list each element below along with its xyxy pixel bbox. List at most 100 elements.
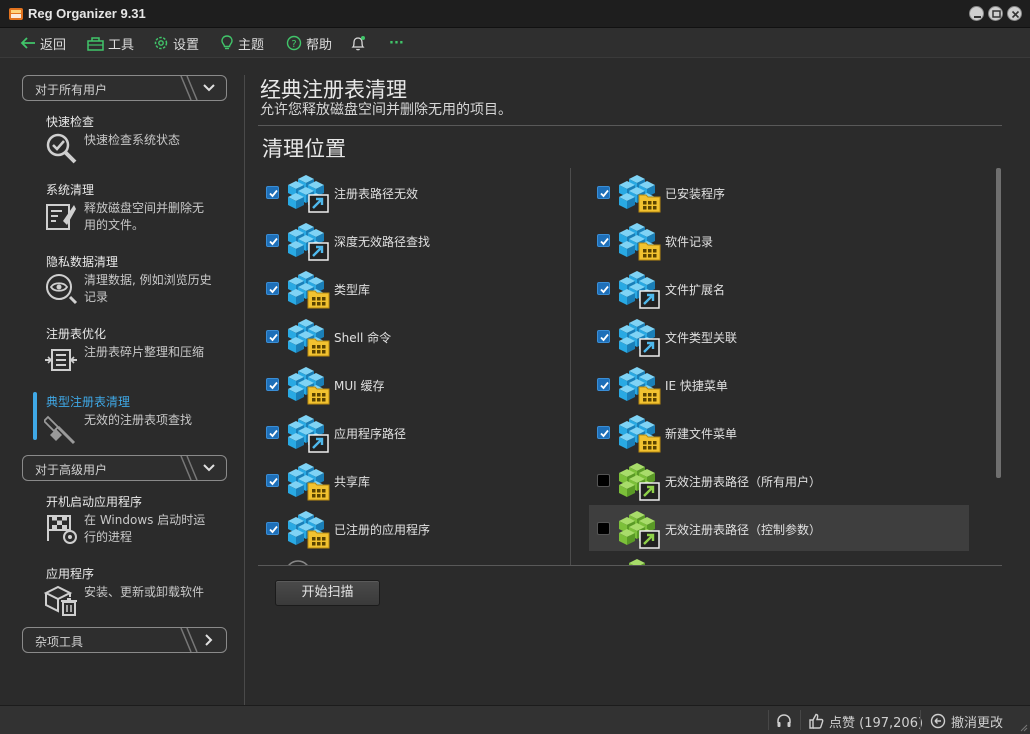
sidebar-item-title: 注册表优化 (46, 327, 107, 341)
sidebar-item-system-cleanup[interactable]: 系统清理 释放磁盘空间并删除无用的文件。 (44, 181, 224, 233)
maximize-button[interactable] (988, 6, 1003, 21)
location-checkbox[interactable] (266, 378, 279, 391)
location-checkbox[interactable] (597, 234, 610, 247)
toolbar: 返回 工具 设置 主题 ? 帮助 ··· (0, 28, 1030, 58)
cleanup-location-item[interactable]: IE 快捷菜单 (589, 361, 969, 407)
status-bar: 点赞 (197,206) 撤消更改 (0, 705, 1030, 734)
location-checkbox[interactable] (266, 234, 279, 247)
sidebar-item-quick-check[interactable]: 快速检查 快速检查系统状态 (44, 113, 224, 164)
location-label: 文件扩展名 (665, 283, 726, 297)
registry-broom-icon (44, 415, 76, 445)
location-checkbox[interactable] (597, 186, 610, 199)
undo-icon (930, 713, 946, 729)
cleanup-location-item[interactable]: 无效注册表路径（控制参数） (589, 505, 969, 551)
cleanup-location-item[interactable]: 共享库 (258, 457, 638, 503)
location-checkbox[interactable] (597, 474, 610, 487)
location-checkbox[interactable] (266, 282, 279, 295)
location-checkbox[interactable] (597, 522, 610, 535)
cleanup-location-item[interactable]: 应用程序路径 (258, 409, 638, 455)
sidebar-item-desc: 清理数据, 例如浏览历史记录 (84, 273, 212, 304)
sidebar-item-desc: 安装、更新或卸载软件 (84, 585, 205, 599)
blue-registry-cubes-shortcut-icon (288, 223, 329, 261)
location-label: 已安装程序 (665, 187, 726, 201)
location-checkbox[interactable] (597, 282, 610, 295)
likes-button[interactable]: 点赞 (197,206) (808, 711, 923, 731)
group-all-users[interactable]: 对于所有用户 (22, 75, 227, 101)
location-checkbox[interactable] (266, 186, 279, 199)
sidebar-item-title: 应用程序 (46, 567, 95, 581)
sidebar-item-title: 快速检查 (46, 115, 95, 129)
cleanup-location-item[interactable]: 文件扩展名 (589, 265, 969, 311)
chevron-right-icon (205, 634, 213, 646)
location-checkbox[interactable] (266, 330, 279, 343)
location-checkbox[interactable] (597, 330, 610, 343)
blue-registry-cubes-shortcut-icon (619, 271, 660, 309)
settings-button[interactable]: 设置 (153, 33, 199, 53)
box-trash-icon (44, 585, 77, 616)
back-button[interactable]: 返回 (20, 33, 66, 53)
minimize-button[interactable] (969, 6, 984, 21)
sidebar-item-desc: 无效的注册表项查找 (84, 413, 193, 427)
sidebar-item-startup-apps[interactable]: 开机启动应用程序 在 Windows 启动时运行的进程 (44, 493, 224, 545)
green-registry-cubes-icon (629, 559, 645, 565)
close-button[interactable] (1007, 6, 1022, 21)
location-checkbox[interactable] (266, 522, 279, 535)
blue-registry-cubes-folder-icon (288, 367, 330, 405)
thumbs-up-icon (809, 713, 824, 729)
title-bar: Reg Organizer 9.31 (0, 0, 1030, 28)
blue-registry-cubes-shortcut-icon (288, 175, 329, 213)
tools-button[interactable]: 工具 (87, 33, 134, 53)
help-button[interactable]: ? 帮助 (286, 33, 332, 53)
location-checkbox[interactable] (597, 426, 610, 439)
help-icon: ? (286, 35, 302, 51)
group-misc-tools[interactable]: 杂项工具 (22, 627, 227, 653)
notifications-button[interactable] (350, 33, 366, 53)
blue-registry-cubes-shortcut-icon (619, 319, 660, 357)
blue-registry-cubes-folder-icon (288, 271, 330, 309)
location-label: 已注册的应用程序 (334, 523, 431, 537)
sidebar-item-registry-optimization[interactable]: 注册表优化 注册表碎片整理和压缩 (44, 325, 224, 375)
sidebar-divider (244, 75, 245, 705)
list-scrollbar-thumb[interactable] (996, 168, 1001, 478)
magnifier-check-icon (46, 133, 77, 164)
cleanup-location-item[interactable]: 已注册的应用程序 (258, 505, 638, 551)
group-advanced-users[interactable]: 对于高级用户 (22, 455, 227, 481)
resize-grip-icon[interactable] (1018, 722, 1028, 732)
cleanup-location-item[interactable]: 软件记录 (589, 217, 969, 263)
startup-flag-icon (47, 515, 77, 544)
cleanup-location-item[interactable]: Shell 命令 (258, 313, 638, 359)
cleanup-location-item[interactable]: MUI 缓存 (258, 361, 638, 407)
start-scan-button[interactable]: 开始扫描 (275, 580, 380, 606)
sidebar-item-privacy-cleanup[interactable]: 隐私数据清理 清理数据, 例如浏览历史记录 (44, 253, 224, 305)
sidebar-item-classic-registry-cleanup[interactable]: 典型注册表清理 无效的注册表项查找 (44, 393, 224, 445)
sidebar-item-title: 典型注册表清理 (46, 395, 131, 409)
theme-button[interactable]: 主题 (220, 33, 264, 53)
location-label: 共享库 (334, 475, 371, 489)
column-divider (570, 168, 571, 565)
cleanup-location-item-partial (589, 553, 969, 565)
support-button[interactable] (776, 711, 792, 731)
window-title: Reg Organizer 9.31 (28, 6, 146, 21)
location-checkbox[interactable] (597, 378, 610, 391)
theme-label: 主题 (238, 37, 265, 53)
location-label: MUI 缓存 (334, 379, 385, 393)
cleanup-location-item[interactable]: 类型库 (258, 265, 638, 311)
sidebar-item-desc: 释放磁盘空间并删除无用的文件。 (84, 201, 205, 232)
chevron-down-icon (203, 464, 215, 472)
cleanup-location-item[interactable]: 新建文件菜单 (589, 409, 969, 455)
more-button[interactable]: ··· (389, 33, 404, 53)
cleanup-location-item[interactable]: 深度无效路径查找 (258, 217, 638, 263)
sidebar-item-title: 开机启动应用程序 (46, 495, 143, 509)
cleanup-location-item[interactable]: 注册表路径无效 (258, 169, 638, 215)
sidebar-item-applications[interactable]: 应用程序 安装、更新或卸载软件 (44, 565, 224, 616)
cleanup-location-item[interactable]: 已安装程序 (589, 169, 969, 215)
cleanup-location-item[interactable]: 无效注册表路径（所有用户） (589, 457, 969, 503)
location-checkbox[interactable] (266, 474, 279, 487)
location-label: 应用程序路径 (334, 427, 407, 441)
cleanup-location-item[interactable]: 文件类型关联 (589, 313, 969, 359)
undo-changes-button[interactable]: 撤消更改 (930, 711, 1003, 731)
sidebar-item-desc: 注册表碎片整理和压缩 (84, 345, 205, 359)
location-checkbox[interactable] (266, 426, 279, 439)
blue-registry-cubes-folder-icon (619, 367, 661, 405)
gear-icon (154, 36, 168, 50)
